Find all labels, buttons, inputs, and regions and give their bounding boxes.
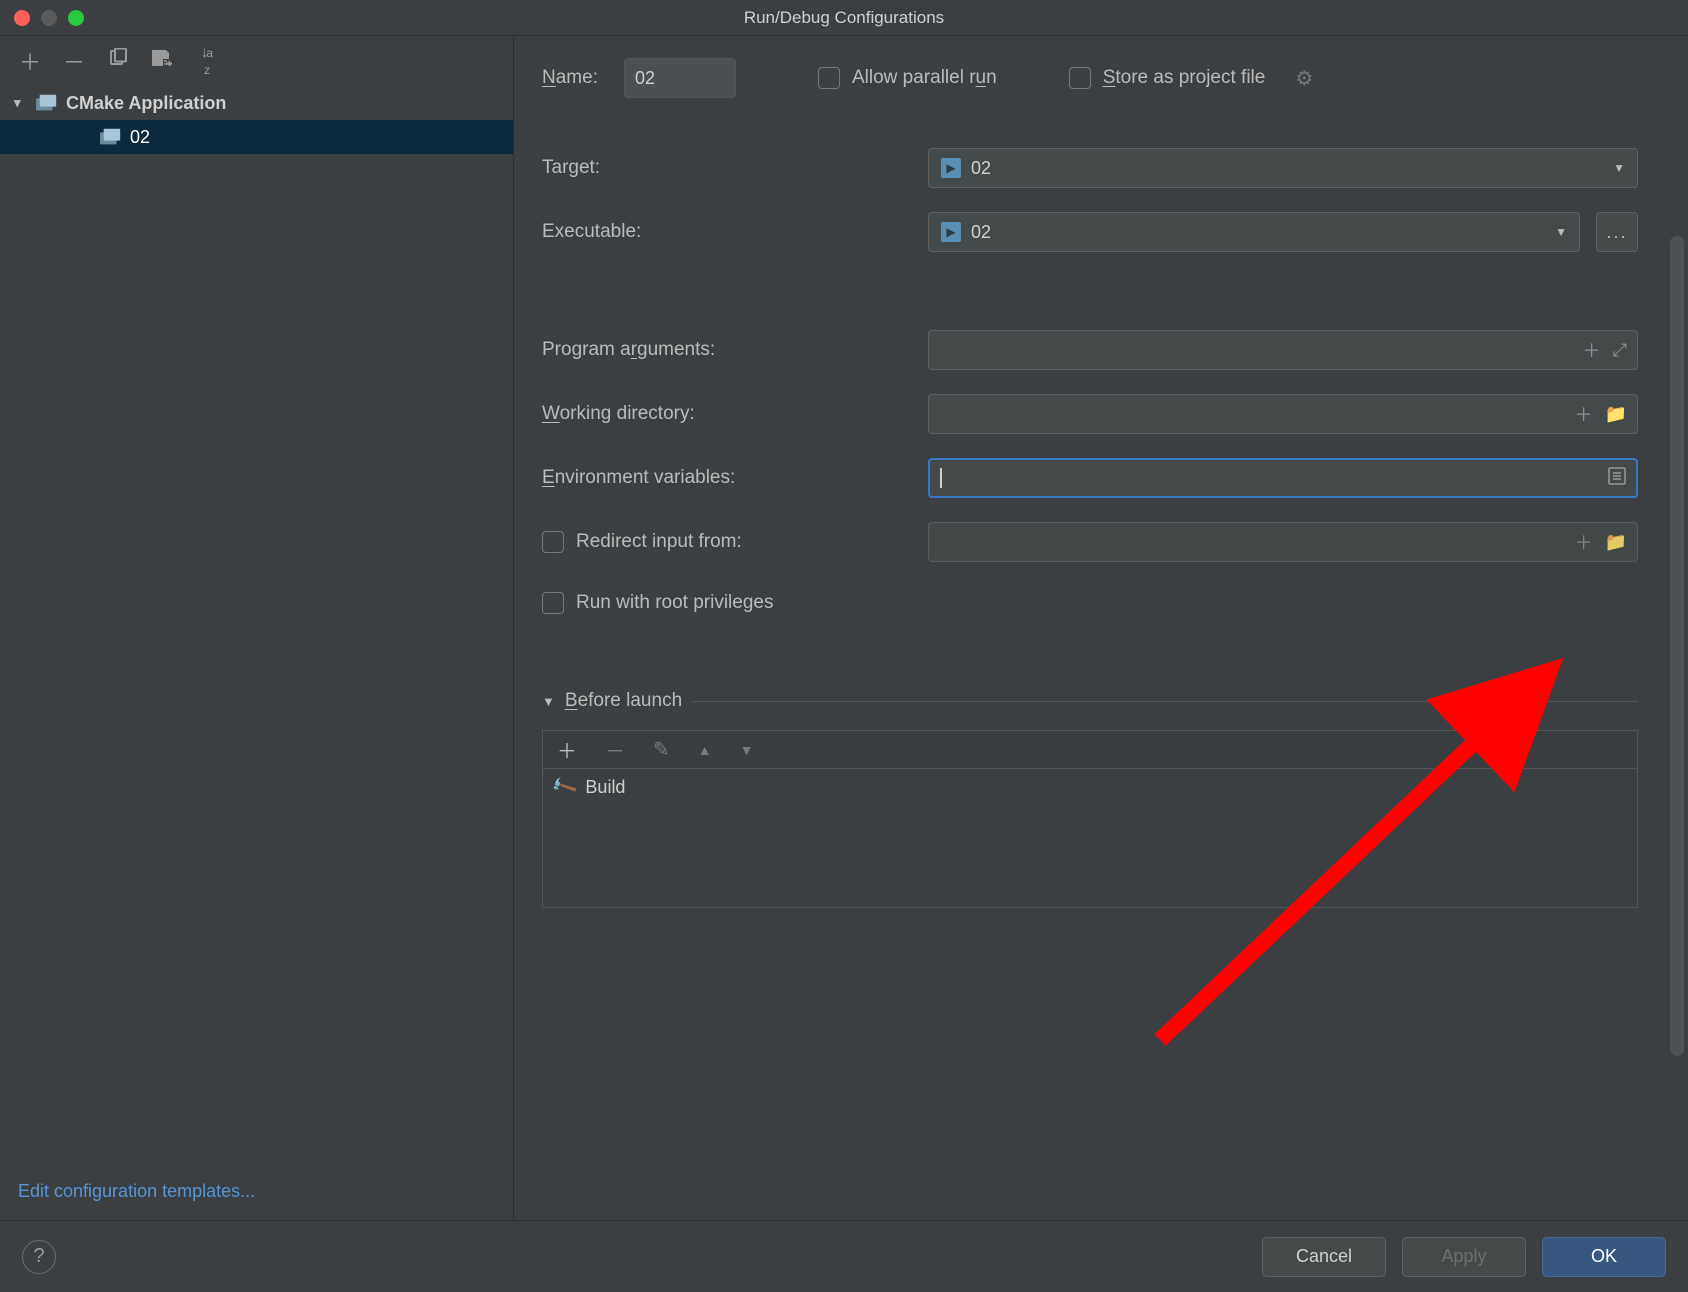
before-launch-panel: ＋ － ✎ ▲ ▼ 🔨 Build	[542, 730, 1638, 908]
tree-item-02[interactable]: 02	[0, 120, 513, 154]
program-arguments-input[interactable]: ＋ ⤢	[928, 330, 1638, 370]
run-with-root-label: Run with root privileges	[576, 592, 773, 614]
redirect-input-row: Redirect input from: ＋ 📁	[542, 522, 1638, 562]
remove-config-icon[interactable]: －	[62, 45, 86, 77]
cmake-item-icon	[100, 129, 122, 145]
plus-icon[interactable]: ＋	[1575, 401, 1593, 427]
cmake-group-icon	[36, 95, 58, 111]
working-directory-label: Working directory:	[542, 403, 912, 425]
redirect-input-field[interactable]: ＋ 📁	[928, 522, 1638, 562]
window-controls	[14, 10, 84, 26]
before-launch-item-build[interactable]: 🔨 Build	[543, 769, 1637, 805]
hammer-icon: 🔨	[549, 772, 579, 801]
sidebar-toolbar: ＋ － + ↓az	[0, 36, 513, 86]
redirect-input-label: Redirect input from:	[576, 531, 742, 553]
browse-executable-button[interactable]: ...	[1596, 212, 1638, 252]
executable-row: Executable: ▶ 02 ▼ ...	[542, 212, 1638, 252]
add-task-icon[interactable]: ＋	[557, 735, 577, 764]
scrollbar-thumb[interactable]	[1670, 236, 1684, 1056]
environment-variables-input[interactable]	[928, 458, 1638, 498]
target-select[interactable]: ▶ 02 ▼	[928, 148, 1638, 188]
sidebar-footer: Edit configuration templates...	[0, 1169, 513, 1220]
store-as-project-file-label: Store as project file	[1103, 67, 1266, 89]
target-label: Target:	[542, 157, 912, 179]
executable-select[interactable]: ▶ 02 ▼	[928, 212, 1580, 252]
cancel-button[interactable]: Cancel	[1262, 1237, 1386, 1277]
scrollbar[interactable]	[1670, 236, 1684, 1056]
working-directory-input[interactable]: ＋ 📁	[928, 394, 1638, 434]
add-config-icon[interactable]: ＋	[18, 45, 42, 77]
redirect-input-checkbox[interactable]: Redirect input from:	[542, 531, 912, 553]
executable-value: 02	[971, 222, 991, 243]
working-directory-row: Working directory: ＋ 📁	[542, 394, 1638, 434]
target-value: 02	[971, 158, 991, 179]
program-arguments-row: Program arguments: ＋ ⤢	[542, 330, 1638, 370]
titlebar: Run/Debug Configurations	[0, 0, 1688, 36]
before-launch-list[interactable]: 🔨 Build	[542, 768, 1638, 908]
tree-group-label: CMake Application	[66, 93, 226, 114]
folder-icon[interactable]: 📁	[1605, 404, 1627, 425]
play-icon: ▶	[941, 222, 961, 242]
help-button[interactable]: ?	[22, 1240, 56, 1274]
chevron-down-icon: ▾	[14, 95, 28, 111]
plus-icon[interactable]: ＋	[1583, 337, 1601, 363]
dialog-footer: ? Cancel Apply OK	[0, 1220, 1688, 1292]
environment-variables-label: Environment variables:	[542, 467, 912, 489]
sort-config-icon[interactable]: ↓az	[194, 44, 218, 78]
ok-button[interactable]: OK	[1542, 1237, 1666, 1277]
form-area: Target: ▶ 02 ▼ Executable: ▶ 02 ▼ ... Pr…	[542, 148, 1660, 908]
chevron-down-icon: ▼	[542, 694, 555, 709]
name-label: Name:	[542, 67, 598, 89]
checkbox-icon	[1069, 67, 1091, 89]
environment-variables-row: Environment variables:	[542, 458, 1638, 498]
dropdown-icon: ▼	[1555, 225, 1567, 239]
edit-task-icon[interactable]: ✎	[653, 737, 670, 762]
dropdown-icon: ▼	[1613, 161, 1625, 175]
checkbox-icon	[818, 67, 840, 89]
store-as-project-file-checkbox[interactable]: Store as project file	[1069, 67, 1266, 89]
checkbox-icon	[542, 531, 564, 553]
target-row: Target: ▶ 02 ▼	[542, 148, 1638, 188]
before-launch-item-label: Build	[585, 777, 625, 798]
play-icon: ▶	[941, 158, 961, 178]
edit-templates-link[interactable]: Edit configuration templates...	[18, 1181, 255, 1201]
allow-parallel-run-label: Allow parallel run	[852, 67, 997, 89]
close-window-button[interactable]	[14, 10, 30, 26]
move-up-icon[interactable]: ▲	[698, 742, 712, 758]
program-arguments-label: Program arguments:	[542, 339, 912, 361]
move-down-icon[interactable]: ▼	[740, 742, 754, 758]
copy-config-icon[interactable]	[106, 48, 130, 74]
main-panel: Name: Allow parallel run Store as projec…	[514, 36, 1688, 1220]
gear-icon[interactable]: ⚙	[1295, 66, 1313, 91]
checkbox-icon	[542, 592, 564, 614]
executable-label: Executable:	[542, 221, 912, 243]
name-input[interactable]	[624, 58, 736, 98]
expand-icon[interactable]: ⤢	[1613, 340, 1627, 361]
window-title: Run/Debug Configurations	[0, 8, 1688, 28]
sidebar: ＋ － + ↓az ▾ CMake Application	[0, 36, 514, 1220]
header-row: Name: Allow parallel run Store as projec…	[542, 58, 1660, 98]
minimize-window-button[interactable]	[41, 10, 57, 26]
before-launch-toolbar: ＋ － ✎ ▲ ▼	[542, 730, 1638, 768]
before-launch-header[interactable]: ▼ Before launch	[542, 690, 1638, 712]
list-icon[interactable]	[1608, 467, 1626, 490]
before-launch-label: Before launch	[565, 690, 682, 712]
apply-button[interactable]: Apply	[1402, 1237, 1526, 1277]
tree-group-cmake-application[interactable]: ▾ CMake Application	[0, 86, 513, 120]
folder-icon[interactable]: 📁	[1605, 532, 1627, 553]
run-with-root-checkbox[interactable]: Run with root privileges	[542, 592, 1638, 614]
zoom-window-button[interactable]	[68, 10, 84, 26]
remove-task-icon[interactable]: －	[605, 735, 625, 764]
save-config-icon[interactable]: +	[150, 48, 174, 74]
svg-text:+: +	[166, 58, 172, 68]
plus-icon[interactable]: ＋	[1575, 529, 1593, 555]
config-tree: ▾ CMake Application 02	[0, 86, 513, 1169]
allow-parallel-run-checkbox[interactable]: Allow parallel run	[818, 67, 997, 89]
tree-item-label: 02	[130, 127, 150, 148]
